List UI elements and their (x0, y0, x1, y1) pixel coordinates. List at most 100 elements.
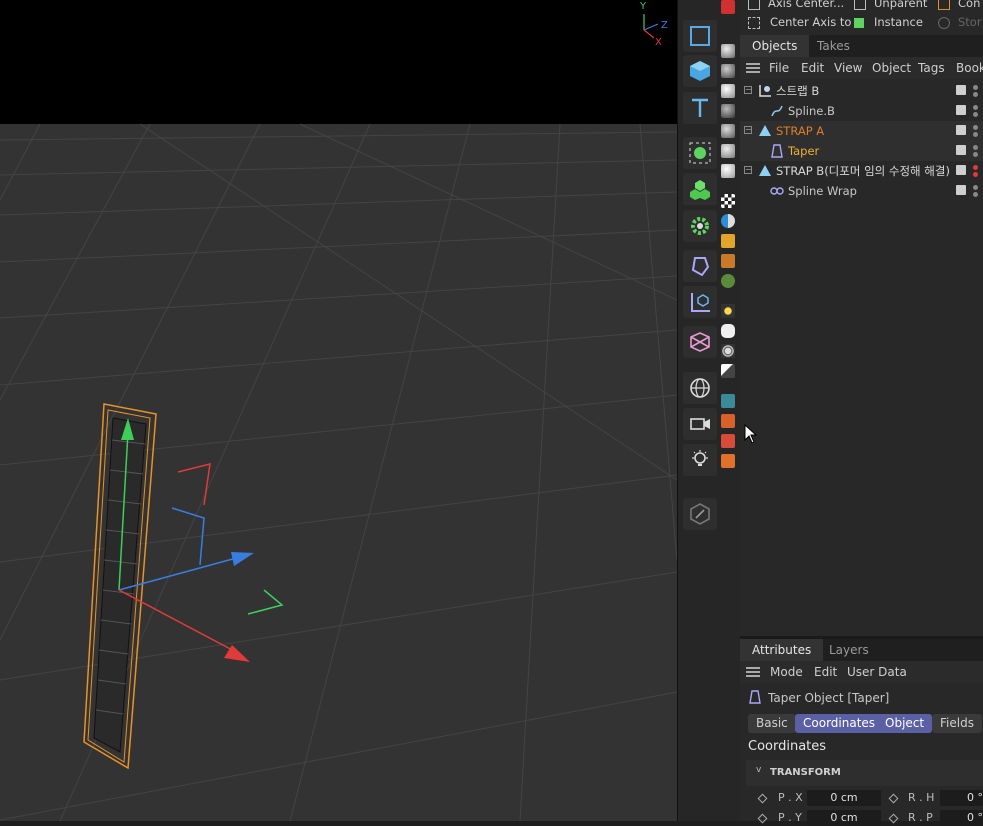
tab-layers[interactable]: Layers (817, 639, 881, 661)
pencil-icon (690, 503, 710, 525)
visibility-dot-editor[interactable] (973, 145, 978, 150)
edit-checkbox[interactable] (956, 185, 966, 195)
visibility-dot-editor[interactable] (973, 185, 978, 190)
collapse-toggle[interactable]: − (744, 126, 752, 134)
keyframe-diamond-icon[interactable] (757, 793, 768, 804)
basic-tab-button[interactable]: Basic (748, 714, 796, 733)
material-matte-icon[interactable] (721, 104, 735, 118)
visibility-dot-render[interactable] (973, 172, 978, 177)
visibility-dot-render[interactable] (973, 92, 978, 97)
menu-mode[interactable]: Mode (770, 661, 803, 683)
py-field[interactable]: 0 cm (807, 810, 881, 826)
strap-object[interactable] (83, 403, 157, 770)
xpresso-tag-icon[interactable] (721, 454, 735, 468)
primitive-cube-button[interactable] (683, 55, 717, 87)
center-axis-to-button[interactable]: Center Axis to (748, 12, 852, 32)
px-field[interactable]: 0 cm (807, 790, 881, 806)
menu-edit[interactable]: Edit (814, 661, 837, 683)
edit-checkbox[interactable] (956, 105, 966, 115)
object-row-strap-a[interactable]: − STRAP A (740, 121, 983, 141)
z-axis-handle[interactable] (231, 552, 254, 566)
collapse-toggle[interactable]: − (744, 86, 752, 94)
viewport-3d[interactable]: Y Z X (0, 0, 677, 821)
instance-button[interactable]: Instance (854, 12, 934, 32)
spline-tool-button[interactable] (683, 137, 717, 169)
fields-tab-button[interactable]: Fields (932, 714, 982, 733)
object-row-spline-wrap[interactable]: Spline Wrap (740, 181, 983, 201)
record-icon[interactable] (721, 0, 735, 14)
mograph-button[interactable] (683, 210, 717, 242)
material-metal-icon[interactable] (721, 124, 735, 138)
object-tab-button[interactable]: Object (877, 714, 933, 733)
coordinates-tab-button[interactable]: Coordinates (795, 714, 884, 733)
object-row-spline-b[interactable]: Spline.B (740, 101, 983, 121)
text-object-button[interactable] (683, 92, 717, 124)
tab-attributes[interactable]: Attributes (740, 639, 824, 661)
material-shiny-icon[interactable] (721, 84, 735, 98)
noise-icon[interactable] (721, 254, 735, 268)
camera-button[interactable] (683, 408, 717, 440)
object-row-taper[interactable]: Taper (740, 141, 983, 161)
visibility-dot-editor[interactable] (973, 85, 978, 90)
visibility-dot-editor[interactable] (973, 125, 978, 130)
menu-view[interactable]: View (834, 57, 862, 79)
viewport-scene[interactable]: Y Z X (0, 0, 677, 821)
visibility-dot-render[interactable] (973, 112, 978, 117)
menu-object[interactable]: Object (872, 57, 911, 79)
target-icon[interactable] (721, 344, 735, 358)
gradient-icon[interactable] (721, 214, 735, 228)
visibility-dot-editor[interactable] (973, 105, 978, 110)
menu-bookmarks[interactable]: Bookm (956, 57, 983, 79)
checker-icon[interactable] (721, 194, 735, 208)
edit-checkbox[interactable] (956, 165, 966, 175)
sun-icon[interactable] (721, 304, 735, 318)
dynamics-tag-icon[interactable] (721, 434, 735, 448)
effector-button[interactable] (683, 326, 717, 358)
keyframe-diamond-icon[interactable] (888, 813, 899, 824)
material-sphere-icon[interactable] (721, 44, 735, 58)
collapse-toggle[interactable]: − (744, 166, 752, 174)
light-button[interactable] (683, 444, 717, 476)
visibility-dot-render[interactable] (973, 132, 978, 137)
field-button[interactable] (683, 286, 717, 318)
environment-button[interactable] (683, 372, 717, 404)
visibility-dot-render[interactable] (973, 152, 978, 157)
hamburger-icon[interactable] (746, 667, 760, 677)
visibility-dot-render[interactable] (973, 192, 978, 197)
edit-checkbox[interactable] (956, 125, 966, 135)
object-row-strap-b-null[interactable]: − 스트랩 B (740, 81, 983, 101)
edit-tool-button[interactable] (683, 498, 717, 530)
rotation-handle-y[interactable] (247, 589, 284, 615)
store-button[interactable]: Stor (938, 12, 983, 32)
rh-field[interactable]: 0 ° (940, 790, 983, 806)
object-row-strap-b[interactable]: − STRAP B(디포머 임의 수정해 해결) (740, 161, 983, 181)
material-glass-icon[interactable] (721, 144, 735, 158)
material-sphere-dark-icon[interactable] (721, 64, 735, 78)
rp-field[interactable]: 0 ° (940, 810, 983, 826)
tab-objects[interactable]: Objects (740, 35, 810, 57)
edit-checkbox[interactable] (956, 145, 966, 155)
layer-shader-icon[interactable] (721, 234, 735, 248)
terrain-icon[interactable] (721, 274, 735, 288)
connect-label: Con (958, 0, 981, 10)
cube-object-button[interactable] (683, 20, 717, 52)
pill-icon[interactable] (721, 324, 735, 338)
generator-button[interactable] (683, 173, 717, 205)
menu-file[interactable]: File (769, 57, 789, 79)
spot-icon[interactable] (721, 364, 735, 378)
keyframe-diamond-icon[interactable] (757, 813, 768, 824)
transform-group-header[interactable]: v TRANSFORM (746, 760, 983, 786)
deformer-button[interactable] (683, 250, 717, 282)
rotation-handle-x[interactable] (177, 463, 211, 506)
edit-checkbox[interactable] (956, 85, 966, 95)
menu-edit[interactable]: Edit (801, 57, 824, 79)
mograph-tag-icon[interactable] (721, 414, 735, 428)
grid-tag-icon[interactable] (721, 394, 735, 408)
material-white-icon[interactable] (721, 164, 735, 178)
keyframe-diamond-icon[interactable] (888, 793, 899, 804)
tab-takes[interactable]: Takes (805, 35, 862, 57)
hamburger-icon[interactable] (746, 63, 760, 73)
menu-user-data[interactable]: User Data (847, 661, 907, 683)
menu-tags[interactable]: Tags (918, 57, 945, 79)
visibility-dot-editor[interactable] (973, 165, 978, 170)
